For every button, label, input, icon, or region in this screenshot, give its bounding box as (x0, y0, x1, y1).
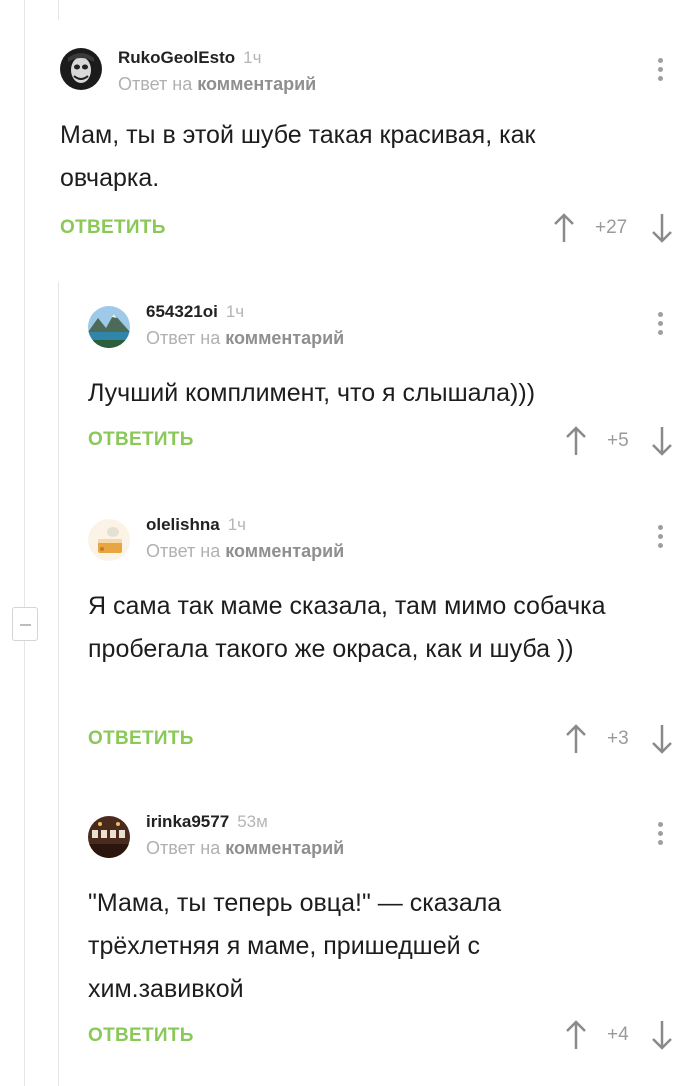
comment-rating: +4 (607, 1024, 629, 1045)
room-avatar-icon[interactable] (88, 816, 130, 858)
downvote-arrow-icon[interactable] (650, 213, 674, 243)
comment-text: Мам, ты в этой шубе такая красивая, как … (60, 121, 536, 192)
comment-4: irinka9577 53м Ответ на комментарий "Мама… (88, 812, 680, 1062)
reply-to-label: Ответ на комментарий (118, 74, 317, 94)
comment-author[interactable]: 654321oi 1ч (146, 302, 244, 322)
comment-rating: +5 (607, 430, 629, 451)
comment-text: "Мама, ты теперь овца!" — сказала трёхле… (88, 889, 502, 1003)
mountain-lake-avatar-icon[interactable] (88, 306, 130, 348)
reply-button[interactable]: ОТВЕТИТЬ (88, 1025, 194, 1047)
reply-button[interactable]: ОТВЕТИТЬ (60, 217, 166, 239)
vote-controls: +27 (552, 213, 677, 243)
joker-avatar-icon[interactable] (60, 48, 102, 90)
comment-time: 53м (237, 812, 268, 831)
vote-controls: +3 (564, 724, 674, 754)
upvote-arrow-icon[interactable] (564, 1020, 588, 1050)
reply-to-label: Ответ на комментарий (146, 541, 345, 561)
downvote-arrow-icon[interactable] (650, 1020, 674, 1050)
upvote-arrow-icon[interactable] (564, 426, 588, 456)
downvote-arrow-icon[interactable] (650, 724, 674, 754)
more-options-icon[interactable] (658, 58, 664, 84)
comment-rating: +27 (595, 217, 628, 238)
reply-to-link[interactable]: комментарий (225, 838, 344, 858)
upvote-arrow-icon[interactable] (552, 213, 576, 243)
upvote-arrow-icon[interactable] (564, 724, 588, 754)
reply-button[interactable]: ОТВЕТИТЬ (88, 728, 194, 750)
downvote-arrow-icon[interactable] (650, 426, 674, 456)
comment-author[interactable]: RukoGeolEsto 1ч (118, 48, 261, 68)
comment-time: 1ч (243, 48, 262, 67)
thread-line-level-2 (58, 282, 59, 1086)
more-options-icon[interactable] (658, 822, 664, 848)
cake-avatar-icon[interactable] (88, 519, 130, 561)
comment-2: 654321oi 1ч Ответ на комментарий Лучший к… (88, 302, 680, 472)
thread-line-level-1 (58, 0, 59, 20)
comment-time: 1ч (225, 302, 245, 321)
comment-time: 1ч (227, 515, 246, 534)
vote-controls: +4 (564, 1020, 674, 1050)
comment-author[interactable]: olelishna 1ч (146, 515, 246, 535)
reply-to-link[interactable]: комментарий (225, 541, 344, 561)
reply-button[interactable]: ОТВЕТИТЬ (88, 429, 194, 451)
comment-author[interactable]: irinka9577 53м (146, 812, 268, 832)
comment-text: Лучший комплимент, что я слышала))) (88, 379, 536, 407)
comment-text: Я сама так маме сказала, там мимо собачк… (88, 592, 606, 663)
comment-1: RukoGeolEsto 1ч Ответ на комментарий Мам,… (60, 48, 680, 258)
vote-controls: +5 (564, 426, 674, 456)
more-options-icon[interactable] (658, 525, 664, 551)
collapse-thread-button[interactable] (12, 607, 38, 641)
more-options-icon[interactable] (658, 312, 664, 338)
reply-to-label: Ответ на комментарий (146, 328, 345, 348)
thread-line-root (24, 0, 25, 1086)
comments-thread: RukoGeolEsto 1ч Ответ на комментарий Мам,… (0, 0, 700, 1086)
reply-to-label: Ответ на комментарий (146, 838, 345, 858)
comment-3: olelishna 1ч Ответ на комментарий Я сама … (88, 515, 680, 765)
comment-rating: +3 (607, 728, 629, 749)
reply-to-link[interactable]: комментарий (197, 74, 316, 94)
reply-to-link[interactable]: комментарий (225, 328, 344, 348)
